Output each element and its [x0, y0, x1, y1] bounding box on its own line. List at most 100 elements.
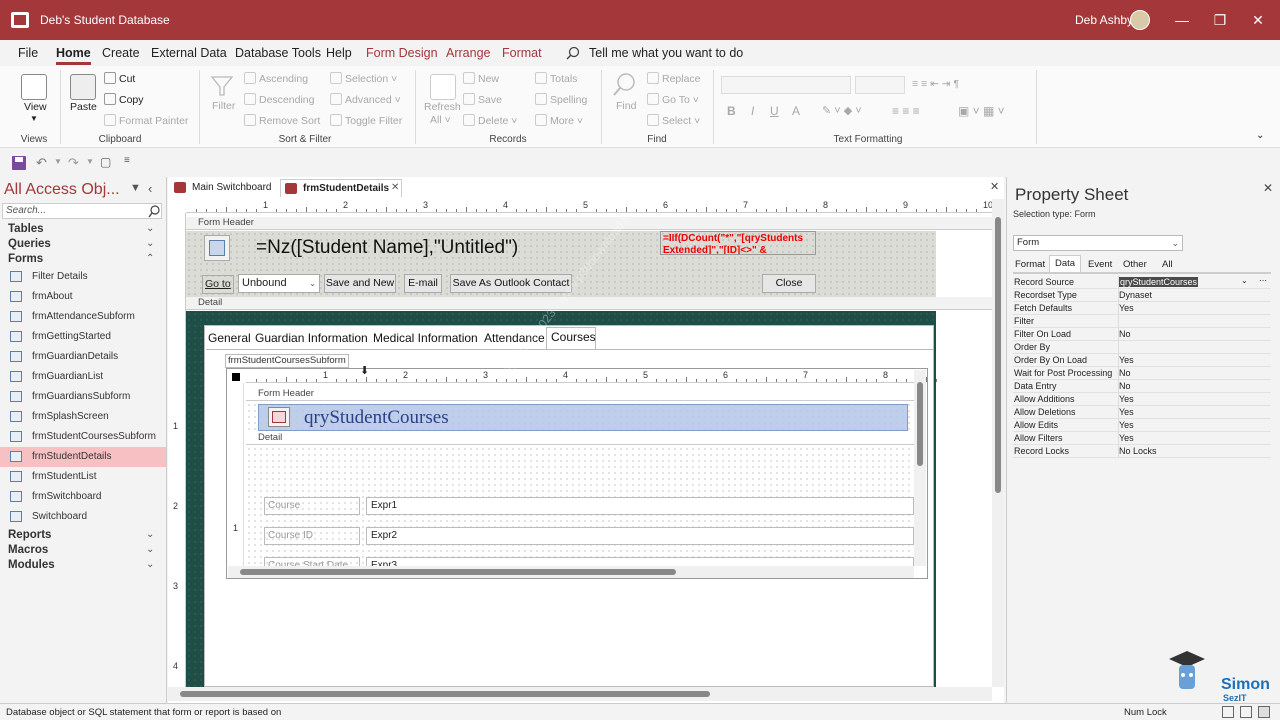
field-label-course[interactable]: Course	[264, 497, 360, 515]
doc-tab-frmstudentdetails[interactable]: frmStudentDetails ✕	[280, 179, 402, 197]
layout-view-icon[interactable]	[1240, 706, 1252, 718]
avatar[interactable]	[1130, 10, 1150, 30]
prop-tab-format[interactable]: Format	[1015, 259, 1045, 270]
subform-title[interactable]: qryStudentCourses	[304, 407, 449, 429]
shading-icon[interactable]: ▣ ˅ ▦ ˅	[958, 104, 1005, 118]
chevron-down-icon[interactable]: ⌄	[1171, 236, 1179, 250]
close-button[interactable]: Close	[762, 274, 816, 293]
find-button[interactable]: Find	[616, 100, 636, 112]
nav-item-frmgettingstarted[interactable]: frmGettingStarted	[0, 327, 166, 347]
nav-item-frmswitchboard[interactable]: frmSwitchboard	[0, 487, 166, 507]
prop-row-allow-filters[interactable]: Allow Filters Yes	[1013, 432, 1271, 445]
nav-item-frmabout[interactable]: frmAbout	[0, 287, 166, 307]
delete-record-button[interactable]: Delete ˅	[463, 114, 517, 127]
field-textbox-expr2[interactable]: Expr2	[366, 527, 914, 545]
nav-category-modules[interactable]: Modules	[8, 559, 55, 571]
save-as-outlook-contact-button[interactable]: Save As Outlook Contact	[450, 274, 572, 293]
close-icon[interactable]: ✕	[990, 180, 999, 193]
close-icon[interactable]: ✕	[1248, 10, 1268, 30]
tab-database-tools[interactable]: Database Tools	[235, 46, 321, 60]
prop-row-wait-for-post-processing[interactable]: Wait for Post Processing No	[1013, 367, 1271, 380]
toggle-filter-button[interactable]: Toggle Filter	[330, 114, 402, 127]
nav-item-switchboard[interactable]: Switchboard	[0, 507, 166, 527]
prop-row-order-by-on-load[interactable]: Order By On Load Yes	[1013, 354, 1271, 367]
redo-dropdown-icon[interactable]: ▼	[86, 157, 94, 166]
save-icon[interactable]	[12, 156, 26, 170]
nav-item-frmattendancesubform[interactable]: frmAttendanceSubform	[0, 307, 166, 327]
tab-create[interactable]: Create	[102, 46, 140, 60]
chevron-down-icon[interactable]: ⌄	[309, 275, 316, 292]
tab-file[interactable]: File	[18, 46, 38, 60]
chevron-down-icon[interactable]: ⌄	[146, 559, 154, 570]
nav-item-frmguardianssubform[interactable]: frmGuardiansSubform	[0, 387, 166, 407]
nav-category-tables[interactable]: Tables	[8, 223, 44, 235]
builder-icon[interactable]: ⋯	[1259, 276, 1267, 285]
design-view-icon[interactable]	[1258, 706, 1270, 718]
form-view-icon[interactable]: ▢	[100, 155, 111, 169]
tab-home[interactable]: Home	[56, 46, 91, 65]
bullets-icon[interactable]: ≡ ≡ ⇤ ⇥ ¶	[912, 78, 959, 90]
form-header-section-bar[interactable]: Form Header	[186, 217, 992, 230]
record-count-expression[interactable]: =IIf(DCount("*","[qryStudents Extended]"…	[660, 231, 816, 255]
refresh-all-button[interactable]: Refresh	[424, 101, 461, 113]
nav-item-frmguardianlist[interactable]: frmGuardianList	[0, 367, 166, 387]
prop-row-record-source[interactable]: Record Source qryStudentCourses ⌄ ⋯	[1013, 276, 1271, 289]
totals-button[interactable]: Totals	[535, 72, 577, 85]
underline-button[interactable]: U	[770, 104, 779, 118]
field-label-course-id[interactable]: Course ID	[264, 527, 360, 545]
prop-row-data-entry[interactable]: Data Entry No	[1013, 380, 1271, 393]
prop-row-filter-on-load[interactable]: Filter On Load No	[1013, 328, 1271, 341]
font-name-combo[interactable]	[721, 76, 851, 94]
undo-icon[interactable]: ↶	[36, 155, 47, 171]
paste-button[interactable]: Paste	[70, 101, 97, 113]
subform-label[interactable]: frmStudentCoursesSubform	[225, 354, 349, 368]
scroll-thumb[interactable]	[917, 382, 923, 466]
field-textbox-expr3[interactable]: Expr3	[366, 557, 914, 566]
vertical-scrollbar[interactable]	[992, 199, 1004, 687]
subform-detail-section-bar[interactable]: Detail	[246, 432, 914, 445]
field-textbox-expr1[interactable]: Expr1	[366, 497, 914, 515]
save-record-button[interactable]: Save	[463, 93, 502, 106]
go-to-combo[interactable]: Unbound ⌄	[238, 274, 320, 293]
prop-row-allow-additions[interactable]: Allow Additions Yes	[1013, 393, 1271, 406]
chevron-down-icon[interactable]: ⌄	[146, 223, 154, 234]
subform-selector-icon[interactable]	[232, 373, 240, 381]
spelling-button[interactable]: Spelling	[535, 93, 587, 106]
customize-qat-icon[interactable]: ≡	[124, 155, 130, 166]
view-button[interactable]: View	[24, 101, 47, 113]
object-selector[interactable]: Form ⌄	[1013, 235, 1183, 251]
restore-icon[interactable]: ❐	[1210, 10, 1230, 30]
nav-menu-icon[interactable]: ▼	[130, 182, 141, 194]
save-and-new-button[interactable]: Save and New	[324, 274, 396, 293]
replace-button[interactable]: Replace	[647, 72, 701, 85]
filter-button[interactable]: Filter	[212, 100, 235, 112]
tab-form-design[interactable]: Form Design	[366, 46, 438, 60]
refresh-all-label[interactable]: All ˅	[430, 114, 451, 126]
chevron-down-icon[interactable]: ⌄	[146, 544, 154, 555]
nav-item-frmstudentdetails[interactable]: frmStudentDetails	[0, 447, 166, 467]
nav-item-frmstudentcoursessubform[interactable]: frmStudentCoursesSubform	[0, 427, 166, 447]
close-tab-icon[interactable]: ✕	[391, 182, 399, 193]
detail-section-bar[interactable]: Detail	[186, 297, 992, 310]
scroll-thumb[interactable]	[995, 217, 1001, 493]
prop-row-allow-deletions[interactable]: Allow Deletions Yes	[1013, 406, 1271, 419]
prop-tab-event[interactable]: Event	[1088, 259, 1112, 270]
italic-button[interactable]: I	[751, 104, 754, 118]
collapse-ribbon-icon[interactable]: ⌄	[1256, 130, 1264, 141]
prop-tab-all[interactable]: All	[1162, 259, 1173, 270]
go-to-button[interactable]: Go To ˅	[647, 93, 699, 106]
align-icon[interactable]: ≡ ≡ ≡	[892, 104, 920, 118]
student-icon[interactable]	[204, 235, 230, 261]
nav-item-frmguardiandetails[interactable]: frmGuardianDetails	[0, 347, 166, 367]
scroll-thumb[interactable]	[240, 569, 676, 575]
subform-vertical-scrollbar[interactable]	[914, 370, 926, 566]
prop-row-fetch-defaults[interactable]: Fetch Defaults Yes	[1013, 302, 1271, 315]
nav-search-input[interactable]: Search...	[2, 203, 162, 219]
close-icon[interactable]: ✕	[1263, 181, 1273, 195]
remove-sort-button[interactable]: Remove Sort	[244, 114, 320, 127]
prop-tab-other[interactable]: Other	[1123, 259, 1147, 270]
advanced-button[interactable]: Advanced ˅	[330, 93, 401, 106]
select-button[interactable]: Select ˅	[647, 114, 700, 127]
prop-row-allow-edits[interactable]: Allow Edits Yes	[1013, 419, 1271, 432]
new-record-button[interactable]: New	[463, 72, 499, 85]
